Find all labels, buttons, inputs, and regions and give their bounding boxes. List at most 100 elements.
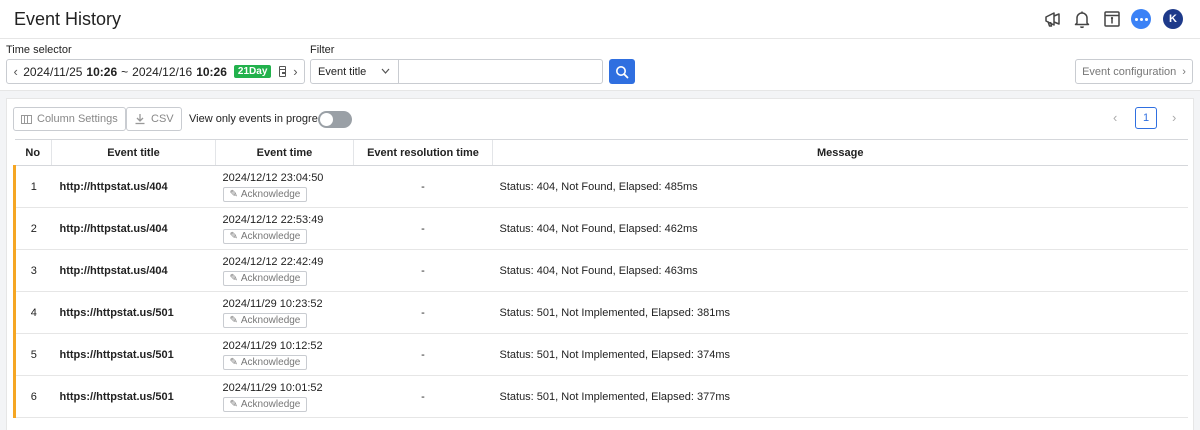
- acknowledge-button[interactable]: ✎ Acknowledge: [222, 228, 308, 244]
- chevron-down-icon: [381, 68, 390, 74]
- in-progress-toggle-label: View only events in progress: [189, 113, 329, 125]
- event-time-value: 2024/12/12 22:42:49: [222, 255, 324, 268]
- search-button[interactable]: [609, 59, 635, 84]
- event-time-value: 2024/11/29 10:01:52: [222, 381, 323, 394]
- table-row[interactable]: 2 http://httpstat.us/404 2024/12/12 22:5…: [13, 207, 1188, 250]
- download-icon: [135, 114, 145, 125]
- resolution-time-cell: -: [353, 249, 493, 292]
- event-title-cell: https://httpstat.us/501: [51, 333, 216, 376]
- event-list-panel: Column Settings CSV View only events in …: [6, 98, 1194, 430]
- search-icon: [616, 65, 629, 78]
- column-settings-button[interactable]: Column Settings: [13, 107, 126, 131]
- event-table: No Event title Event time Event resoluti…: [13, 139, 1188, 418]
- row-number: 6: [13, 375, 52, 418]
- acknowledge-label: Acknowledge: [240, 188, 301, 200]
- table-row[interactable]: 5 https://httpstat.us/501 2024/11/29 10:…: [13, 333, 1188, 376]
- user-avatar[interactable]: K: [1163, 9, 1183, 29]
- in-progress-toggle[interactable]: [318, 111, 352, 128]
- app-header: Event History K: [0, 0, 1200, 39]
- event-title-cell: http://httpstat.us/404: [51, 249, 216, 292]
- filter-label: Filter: [310, 44, 335, 56]
- filter-search-input[interactable]: [398, 59, 603, 84]
- column-settings-label: Column Settings: [37, 113, 118, 125]
- megaphone-icon[interactable]: [1043, 9, 1063, 29]
- row-number: 1: [13, 165, 52, 208]
- event-configuration-label: Event configuration: [1082, 65, 1177, 78]
- range-days-badge: 21Day: [233, 65, 272, 78]
- table-row[interactable]: 1 http://httpstat.us/404 2024/12/12 23:0…: [13, 165, 1188, 208]
- filter-field-select[interactable]: Event title: [310, 59, 399, 84]
- info-panel-icon[interactable]: [1102, 9, 1122, 29]
- message-cell: Status: 404, Not Found, Elapsed: 485ms: [492, 165, 1188, 208]
- time-range-picker[interactable]: ‹ 2024/11/25 10:26 ~ 2024/12/16 10:26 21…: [6, 59, 305, 84]
- event-time-cell: 2024/11/29 10:23:52 ✎ Acknowledge: [215, 291, 354, 334]
- table-row[interactable]: 6 https://httpstat.us/501 2024/11/29 10:…: [13, 375, 1188, 418]
- acknowledge-button[interactable]: ✎ Acknowledge: [222, 186, 308, 202]
- col-header-resolution-time[interactable]: Event resolution time: [353, 139, 493, 166]
- range-separator: ~: [121, 64, 129, 79]
- resolution-time-cell: -: [353, 291, 493, 334]
- resolution-time-cell: -: [353, 165, 493, 208]
- event-time-cell: 2024/11/29 10:01:52 ✎ Acknowledge: [215, 375, 354, 418]
- event-time-value: 2024/12/12 22:53:49: [222, 213, 324, 226]
- start-time: 10:26: [86, 64, 118, 79]
- event-time-value: 2024/11/29 10:12:52: [222, 339, 323, 352]
- pencil-icon: ✎: [229, 398, 238, 410]
- message-cell: Status: 501, Not Implemented, Elapsed: 3…: [492, 333, 1188, 376]
- bell-icon[interactable]: [1072, 9, 1092, 29]
- page-title: Event History: [14, 9, 122, 29]
- filter-select-value: Event title: [318, 65, 367, 78]
- event-time-value: 2024/12/12 23:04:50: [222, 171, 324, 184]
- end-time: 10:26: [196, 64, 227, 79]
- event-title-cell: https://httpstat.us/501: [51, 291, 216, 334]
- acknowledge-label: Acknowledge: [240, 314, 301, 326]
- pencil-icon: ✎: [229, 314, 238, 326]
- chevron-right-icon[interactable]: ›: [293, 64, 298, 79]
- acknowledge-button[interactable]: ✎ Acknowledge: [222, 396, 308, 412]
- next-page-icon[interactable]: ›: [1172, 110, 1176, 125]
- pencil-icon: ✎: [229, 356, 238, 368]
- acknowledge-label: Acknowledge: [240, 356, 301, 368]
- calendar-icon[interactable]: [279, 66, 287, 77]
- acknowledge-label: Acknowledge: [240, 230, 301, 242]
- event-time-cell: 2024/11/29 10:12:52 ✎ Acknowledge: [215, 333, 354, 376]
- event-title-cell: https://httpstat.us/501: [51, 375, 216, 418]
- csv-label: CSV: [151, 113, 174, 125]
- event-time-cell: 2024/12/12 22:42:49 ✎ Acknowledge: [215, 249, 354, 292]
- row-number: 3: [13, 249, 52, 292]
- columns-icon: [21, 114, 32, 124]
- col-header-no[interactable]: No: [14, 139, 52, 166]
- table-row[interactable]: 4 https://httpstat.us/501 2024/11/29 10:…: [13, 291, 1188, 334]
- page-number-1[interactable]: 1: [1135, 107, 1157, 129]
- row-number: 4: [13, 291, 52, 334]
- pencil-icon: ✎: [229, 272, 238, 284]
- row-number: 2: [13, 207, 52, 250]
- time-selector-label: Time selector: [6, 44, 72, 56]
- acknowledge-button[interactable]: ✎ Acknowledge: [222, 270, 308, 286]
- message-cell: Status: 404, Not Found, Elapsed: 463ms: [492, 249, 1188, 292]
- chat-icon[interactable]: [1131, 9, 1151, 29]
- chevron-left-icon[interactable]: ‹: [13, 64, 18, 79]
- col-header-event-time[interactable]: Event time: [215, 139, 354, 166]
- chevron-right-icon: ›: [1182, 65, 1186, 78]
- message-cell: Status: 501, Not Implemented, Elapsed: 3…: [492, 291, 1188, 334]
- col-header-message[interactable]: Message: [492, 139, 1188, 166]
- filter-bar: Time selector ‹ 2024/11/25 10:26 ~ 2024/…: [0, 39, 1200, 91]
- event-configuration-button[interactable]: Event configuration ›: [1075, 59, 1193, 84]
- acknowledge-label: Acknowledge: [240, 398, 301, 410]
- acknowledge-button[interactable]: ✎ Acknowledge: [222, 312, 308, 328]
- resolution-time-cell: -: [353, 375, 493, 418]
- start-date: 2024/11/25: [23, 64, 83, 79]
- prev-page-icon[interactable]: ‹: [1113, 110, 1117, 125]
- acknowledge-button[interactable]: ✎ Acknowledge: [222, 354, 308, 370]
- csv-download-button[interactable]: CSV: [126, 107, 182, 131]
- event-title-cell: http://httpstat.us/404: [51, 207, 216, 250]
- acknowledge-label: Acknowledge: [240, 272, 301, 284]
- message-cell: Status: 404, Not Found, Elapsed: 462ms: [492, 207, 1188, 250]
- pencil-icon: ✎: [229, 188, 238, 200]
- col-header-event-title[interactable]: Event title: [51, 139, 216, 166]
- event-time-cell: 2024/12/12 23:04:50 ✎ Acknowledge: [215, 165, 354, 208]
- table-row[interactable]: 3 http://httpstat.us/404 2024/12/12 22:4…: [13, 249, 1188, 292]
- resolution-time-cell: -: [353, 207, 493, 250]
- event-time-cell: 2024/12/12 22:53:49 ✎ Acknowledge: [215, 207, 354, 250]
